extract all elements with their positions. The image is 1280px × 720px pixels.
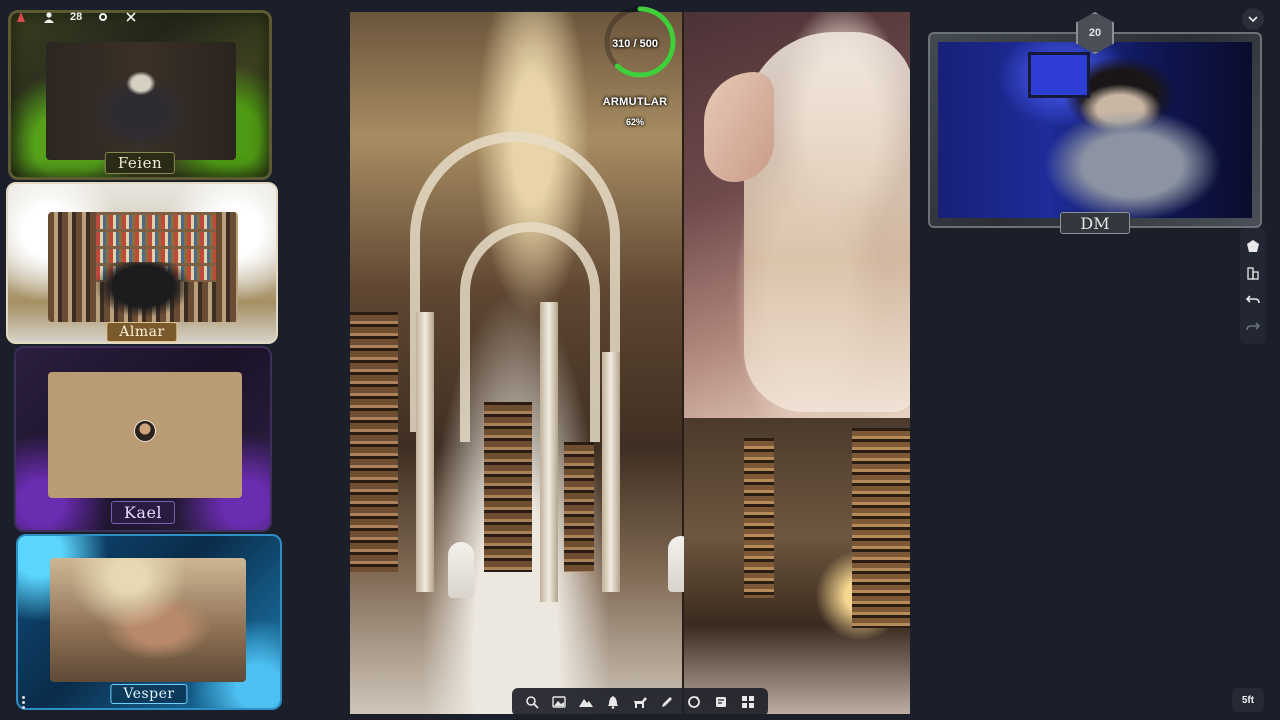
more-options-icon[interactable] bbox=[18, 692, 28, 712]
player-name: Almar bbox=[106, 322, 178, 342]
logo-icon[interactable] bbox=[14, 10, 28, 24]
elf-face bbox=[704, 72, 774, 182]
undo-icon[interactable] bbox=[1244, 291, 1262, 309]
player-count: 28 bbox=[70, 11, 83, 23]
dice-fire-icon[interactable] bbox=[1244, 237, 1262, 255]
scene-image-elf bbox=[684, 12, 910, 418]
player-frame-kael[interactable]: Kael bbox=[14, 346, 272, 532]
player-frame-feien[interactable]: Feien bbox=[8, 10, 272, 180]
grid-scale-button[interactable]: 5ft bbox=[1232, 688, 1264, 712]
close-icon[interactable] bbox=[124, 10, 138, 24]
player-name: Kael bbox=[110, 501, 176, 524]
player-webcam bbox=[50, 558, 246, 682]
side-toolbar bbox=[1240, 228, 1266, 344]
chevron-down-icon bbox=[1248, 16, 1258, 23]
bookshelf bbox=[350, 312, 398, 572]
collapse-button[interactable] bbox=[1242, 8, 1264, 30]
horse-icon[interactable] bbox=[630, 692, 650, 712]
player-webcam-off bbox=[48, 372, 242, 498]
image-icon[interactable] bbox=[549, 692, 569, 712]
player-portrait bbox=[46, 42, 236, 160]
webcam-person bbox=[88, 262, 198, 322]
player-frame-almar[interactable]: Almar bbox=[6, 182, 278, 344]
scene-image-library-side bbox=[684, 418, 910, 714]
pillar bbox=[602, 352, 620, 592]
top-mini-toolbar: 28 bbox=[14, 8, 138, 26]
token-hp-percent: 62% bbox=[625, 117, 644, 127]
note-icon[interactable] bbox=[711, 692, 731, 712]
player-name: Vesper bbox=[110, 684, 188, 704]
avatar bbox=[134, 420, 156, 442]
pen-icon[interactable] bbox=[657, 692, 677, 712]
token-hp-text: 310 / 500 bbox=[612, 38, 658, 50]
bookshelf bbox=[484, 402, 532, 572]
terrain-icon[interactable] bbox=[576, 692, 596, 712]
player-frame-vesper[interactable]: Vesper bbox=[16, 534, 282, 710]
bookshelf bbox=[852, 428, 910, 628]
bell-icon[interactable] bbox=[603, 692, 623, 712]
bookshelf bbox=[744, 438, 774, 598]
players-count-icon[interactable]: 28 bbox=[70, 11, 82, 23]
player-name: Feien bbox=[104, 152, 176, 174]
grid-icon[interactable] bbox=[738, 692, 758, 712]
player-webcam bbox=[48, 212, 238, 322]
background-monitor bbox=[1028, 52, 1090, 98]
search-icon[interactable] bbox=[522, 692, 542, 712]
pillar bbox=[416, 312, 434, 592]
dm-webcam bbox=[938, 42, 1252, 218]
settings-icon[interactable] bbox=[96, 10, 110, 24]
pillar bbox=[540, 302, 558, 602]
robed-figure bbox=[448, 542, 474, 598]
user-icon[interactable] bbox=[42, 10, 56, 24]
dm-label: DM bbox=[1060, 212, 1130, 234]
redo-icon[interactable] bbox=[1244, 318, 1262, 336]
token-name: ARMUTLAR bbox=[602, 96, 668, 108]
scene-toolbar bbox=[512, 688, 768, 716]
building-icon[interactable] bbox=[1244, 264, 1262, 282]
dm-frame[interactable]: 20 DM bbox=[928, 12, 1262, 234]
bookshelf bbox=[564, 442, 594, 572]
refresh-icon[interactable] bbox=[684, 692, 704, 712]
